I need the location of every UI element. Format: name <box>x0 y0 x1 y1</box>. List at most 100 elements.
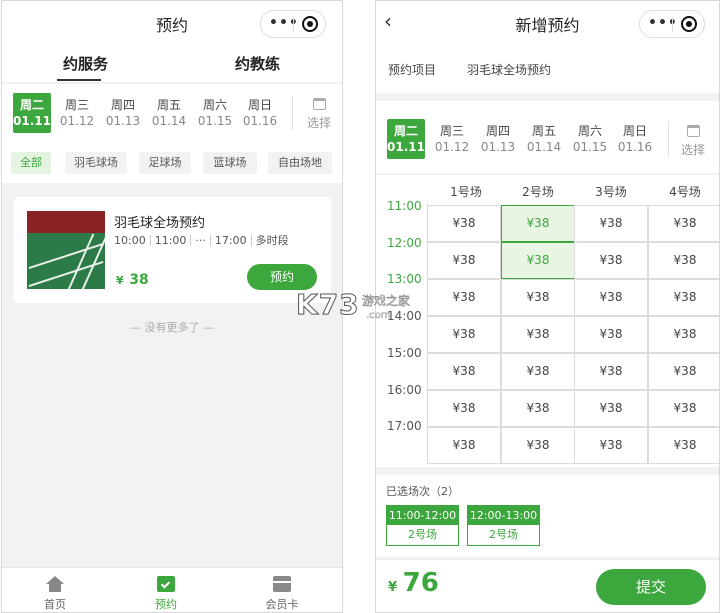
date-item[interactable]: 周五 01.14 <box>525 119 563 159</box>
date-item[interactable]: 周六 01.15 <box>571 119 609 159</box>
court-slot-cell[interactable]: ¥38 <box>648 353 719 390</box>
court-slot-cell[interactable]: ¥38 <box>501 279 575 316</box>
filter-chip-badminton[interactable]: 羽毛球场 <box>65 152 127 174</box>
date-item[interactable]: 周三 01.12 <box>433 119 471 159</box>
filter-chip-football[interactable]: 足球场 <box>139 152 191 174</box>
date-selector: 周二 01.11 周三 01.12 周四 01.13 周五 01.14 周六 01.15 … <box>2 84 342 141</box>
court-slot-cell[interactable]: ¥38 <box>648 279 719 316</box>
court-slot-cell[interactable]: ¥38 <box>501 390 575 427</box>
calendar-picker-label: 选择 <box>680 143 705 157</box>
date-item[interactable]: 周四 01.13 <box>104 93 142 133</box>
court-slot-cell[interactable]: ¥38 <box>648 390 719 427</box>
mini-program-capsule: ••• <box>260 10 326 38</box>
time-label: 16:00 <box>387 383 422 397</box>
more-icon[interactable]: ••• <box>269 16 298 30</box>
court-slot-cell[interactable]: ¥38 <box>574 279 648 316</box>
date-item[interactable]: 周二 01.11 <box>13 93 51 133</box>
court-slot-cell[interactable]: ¥38 <box>574 390 648 427</box>
member-card-icon <box>273 576 291 592</box>
close-target-icon[interactable] <box>681 16 697 32</box>
filter-chip-all[interactable]: 全部 <box>11 152 51 174</box>
court-slot-cell[interactable]: ¥38 <box>648 205 719 242</box>
court-slot-cell[interactable]: ¥38 <box>501 242 575 279</box>
court-slot-cell[interactable]: ¥38 <box>574 242 648 279</box>
court-slot-cell[interactable]: ¥38 <box>501 353 575 390</box>
date-item[interactable]: 周六 01.15 <box>196 93 234 133</box>
court-slot-cell[interactable]: ¥38 <box>427 242 501 279</box>
date-item[interactable]: 周日 01.16 <box>241 93 279 133</box>
date-divider <box>668 121 669 157</box>
time-label: 15:00 <box>387 346 422 360</box>
court-slot-cell[interactable]: ¥38 <box>427 316 501 353</box>
court-slot-cell[interactable]: ¥38 <box>648 316 719 353</box>
date-item[interactable]: 周四 01.13 <box>479 119 517 159</box>
court-slot-cell[interactable]: ¥38 <box>574 316 648 353</box>
book-button[interactable]: 预约 <box>247 264 317 290</box>
capsule-divider <box>672 17 673 32</box>
court-header: 2号场 <box>522 185 554 199</box>
time-label: 17:00 <box>387 419 422 433</box>
site-watermark-logo: K73 游戏之家 .com <box>296 288 411 322</box>
date-item[interactable]: 周五 01.14 <box>150 93 188 133</box>
total-price: ¥ 76 <box>388 568 439 598</box>
tabbar-item-home[interactable]: 首页 <box>15 568 95 612</box>
selected-slot-chip[interactable]: 11:00-12:00 2号场 <box>386 505 459 546</box>
filter-chip-basketball[interactable]: 篮球场 <box>203 152 257 174</box>
date-item[interactable]: 周日 01.16 <box>616 119 654 159</box>
project-row: 预约项目 羽毛球全场预约 <box>376 45 719 93</box>
close-target-icon[interactable] <box>302 16 318 32</box>
court-slot-cell[interactable]: ¥38 <box>574 427 648 464</box>
court-time-grid: 1号场 2号场 3号场 4号场 11:00 12:00 13:00 14:00 … <box>376 175 719 467</box>
active-tab-indicator <box>57 79 101 81</box>
court-slot-cell[interactable]: ¥38 <box>648 242 719 279</box>
court-slot-cell[interactable]: ¥38 <box>427 427 501 464</box>
date-item[interactable]: 周二 01.11 <box>387 119 425 159</box>
court-header: 1号场 <box>450 185 482 199</box>
court-thumbnail <box>27 211 105 289</box>
filter-chip-free-venue[interactable]: 自由场地 <box>268 152 332 174</box>
time-slots: 10:00 11:00 ··· 17:00 多时段 <box>114 234 289 247</box>
calendar-picker[interactable]: 选择 <box>301 98 337 131</box>
time-label: 13:00 <box>387 272 422 286</box>
booking-list-screen: 预约 ••• 约服务 约教练 周二 01.11 周三 01.12 周四 01.13 周… <box>1 0 343 613</box>
nav-bar: ‹ 新增预约 ••• <box>376 1 719 45</box>
calendar-icon <box>312 98 326 110</box>
service-card[interactable]: 羽毛球全场预约 10:00 11:00 ··· 17:00 多时段 ¥ 38 预约 <box>14 197 331 303</box>
court-slot-cell[interactable]: ¥38 <box>574 205 648 242</box>
service-title: 羽毛球全场预约 <box>114 216 206 231</box>
service-tabs: 约服务 约教练 <box>2 45 342 83</box>
date-divider <box>292 96 293 130</box>
selected-slot-chip[interactable]: 12:00-13:00 2号场 <box>467 505 540 546</box>
mini-program-capsule: ••• <box>639 10 705 38</box>
court-slot-cell[interactable]: ¥38 <box>501 427 575 464</box>
court-slot-cell[interactable]: ¥38 <box>501 205 575 242</box>
submit-button[interactable]: 提交 <box>596 569 706 605</box>
time-label: 12:00 <box>387 236 422 250</box>
more-icon[interactable]: ••• <box>648 16 677 30</box>
court-slot-cell[interactable]: ¥38 <box>501 316 575 353</box>
court-slot-cell[interactable]: ¥38 <box>427 279 501 316</box>
venue-filter-bar: 全部 羽毛球场 足球场 篮球场 自由场地 <box>2 141 342 183</box>
court-slot-cell[interactable]: ¥38 <box>648 427 719 464</box>
court-slot-cell[interactable]: ¥38 <box>427 390 501 427</box>
tab-services[interactable]: 约服务 <box>63 53 108 74</box>
time-label: 11:00 <box>387 199 422 213</box>
court-header: 3号场 <box>595 185 627 199</box>
court-slot-cell[interactable]: ¥38 <box>427 205 501 242</box>
court-header: 4号场 <box>669 185 701 199</box>
service-price: ¥ 38 <box>116 272 149 288</box>
court-slot-cell[interactable]: ¥38 <box>574 353 648 390</box>
tabbar-item-member-card[interactable]: 会员卡 <box>242 568 322 612</box>
calendar-check-icon <box>157 576 175 592</box>
tab-coaches[interactable]: 约教练 <box>235 53 280 74</box>
selected-sessions: 已选场次（2） 11:00-12:00 2号场 12:00-13:00 2号场 <box>376 475 719 557</box>
home-icon <box>46 576 64 592</box>
no-more-text: — 没有更多了 — <box>130 321 214 334</box>
new-booking-screen: ‹ 新增预约 ••• 预约项目 羽毛球全场预约 周二 01.11 周三 01.12 … <box>375 0 720 613</box>
calendar-icon <box>686 125 700 137</box>
date-item[interactable]: 周三 01.12 <box>58 93 96 133</box>
calendar-picker-label: 选择 <box>306 116 331 130</box>
tabbar-item-booking[interactable]: 预约 <box>126 568 206 612</box>
calendar-picker[interactable]: 选择 <box>675 125 711 158</box>
court-slot-cell[interactable]: ¥38 <box>427 353 501 390</box>
